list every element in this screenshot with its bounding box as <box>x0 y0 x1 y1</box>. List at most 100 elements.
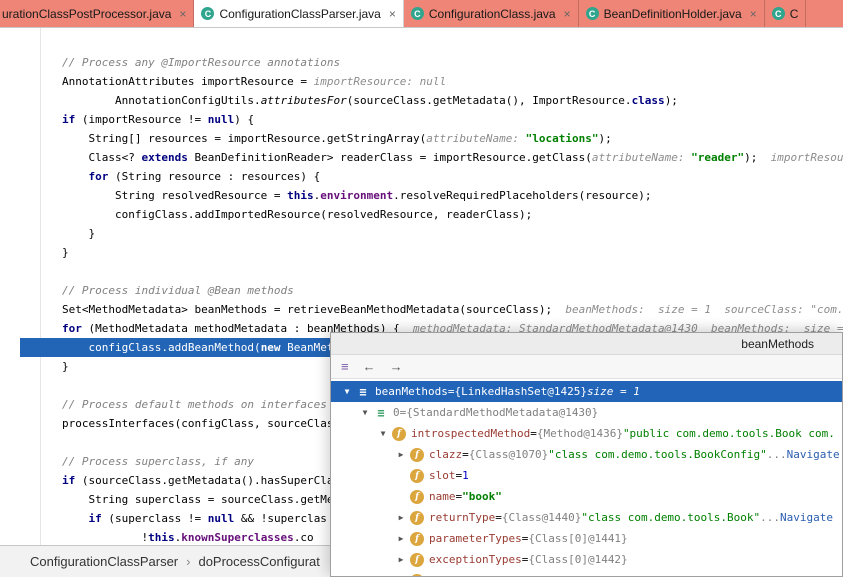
code-token: this <box>148 531 175 544</box>
variable-row[interactable]: ▼ f introspectedMethod = {Method@1436} "pu… <box>331 423 842 444</box>
navigate-link[interactable]: Navigate <box>780 511 833 524</box>
chevron-down-icon[interactable]: ▼ <box>339 387 355 396</box>
editor-tab-bar: urationClassPostProcessor.java × C Configur… <box>0 0 843 28</box>
value-text: = <box>399 406 407 419</box>
chevron-right-icon[interactable]: ▶ <box>393 534 409 543</box>
value-text: = <box>489 574 496 576</box>
value-text: = <box>455 490 463 503</box>
value-text: 1 <box>462 469 469 482</box>
variables-tree[interactable]: ▼ ≡ beanMethods = {LinkedHashSet@1425} siz… <box>331 379 842 576</box>
value-text: = <box>455 469 463 482</box>
close-icon[interactable]: × <box>179 7 186 21</box>
code-line: String resolvedResource = this.environme… <box>0 186 843 205</box>
code-token: .resolveRequiredPlaceholders(resource); <box>393 189 652 202</box>
code-token: String resolvedResource = <box>62 189 288 202</box>
code-token: ) { <box>234 113 255 126</box>
value-text: "class com.demo.tools.Book" <box>581 511 761 524</box>
field-icon: f <box>410 447 424 462</box>
code-token: (sourceClass.getMetadata().hasSuperCla <box>75 474 334 487</box>
value-text: introspectedMethod <box>411 427 531 440</box>
variable-row[interactable]: ▶ f parameterTypes = {Class[0]@1441} <box>331 528 842 549</box>
code-line: AnnotationAttributes importResource = im… <box>0 72 843 91</box>
code-token: Class<? <box>62 151 142 164</box>
variable-row[interactable]: f name = "book" <box>331 486 842 507</box>
code-token: ); <box>598 132 612 145</box>
code-line: Class<? extends BeanDefinitionReader> re… <box>0 148 843 167</box>
back-icon[interactable]: ← <box>363 360 376 373</box>
value-text: "class com.demo.tools.BookConfig" <box>548 448 767 461</box>
field-icon: f <box>410 510 424 525</box>
field-icon: f <box>410 552 424 567</box>
java-class-icon: C <box>410 7 424 20</box>
tab-label: BeanDefinitionHolder.java <box>603 6 742 21</box>
chevron-right-icon[interactable]: ▶ <box>393 450 409 459</box>
view-options-icon[interactable]: ≡ <box>341 360 349 373</box>
code-token: if <box>62 113 76 126</box>
value-text: modifiers <box>429 574 489 576</box>
variable-row[interactable]: f slot = 1 <box>331 465 842 486</box>
popup-title-bar: beanMethods <box>331 333 842 355</box>
chevron-right-icon[interactable]: ▶ <box>393 555 409 564</box>
value-text: size = 1 <box>586 385 640 398</box>
code-token: environment <box>320 189 394 202</box>
variable-row[interactable]: f modifiers = 1 <box>331 570 842 576</box>
editor-tab[interactable]: C ConfigurationClassParser.java × <box>194 0 404 27</box>
code-line: if (importResource != null) { <box>0 110 843 129</box>
value-text: {Method@1436} <box>536 427 623 440</box>
variable-row[interactable]: ▶ f clazz = {Class@1070} "class com.demo.t… <box>331 444 842 465</box>
code-token: configClass.addBeanMethod( <box>62 341 261 354</box>
inline-debug-hint: importResource: nu <box>770 151 843 164</box>
value-text: {Class@1070} <box>468 448 549 461</box>
chevron-right-icon[interactable]: ▶ <box>393 513 409 522</box>
navigate-link[interactable]: Navigate <box>787 448 840 461</box>
code-line: // Process any @ImportResource annotatio… <box>0 53 843 72</box>
value-text: exceptionTypes <box>429 553 522 566</box>
field-icon: f <box>410 489 424 504</box>
code-token: (importResource != <box>75 113 208 126</box>
close-icon[interactable]: × <box>389 7 396 21</box>
field-icon: f <box>392 426 406 441</box>
editor-tab[interactable]: CC <box>765 0 807 27</box>
code-line: Set<MethodMetadata> beanMethods = retrie… <box>0 300 843 319</box>
breadcrumb-class[interactable]: ConfigurationClassParser <box>30 554 178 569</box>
popup-toolbar: ≡ ← → <box>331 355 842 379</box>
code-token: ); <box>664 94 678 107</box>
value-text: slot <box>429 469 456 482</box>
field-icon: f <box>410 573 424 576</box>
code-token: for <box>62 322 82 335</box>
close-icon[interactable]: × <box>750 7 757 21</box>
variable-row[interactable]: ▶ f exceptionTypes = {Class[0]@1442} <box>331 549 842 570</box>
variable-row[interactable]: ▼ ≡ 0 = {StandardMethodMetadata@1430} <box>331 402 842 423</box>
chevron-down-icon[interactable]: ▼ <box>375 429 391 438</box>
variable-row[interactable]: ▶ f returnType = {Class@1440} "class com.d… <box>331 507 842 528</box>
code-token: AnnotationAttributes importResource = <box>62 75 314 88</box>
code-token: // Process any @ImportResource annotatio… <box>62 56 341 69</box>
code-token: "locations" <box>525 132 599 145</box>
value-text: ... <box>766 448 787 461</box>
chevron-down-icon[interactable]: ▼ <box>357 408 373 417</box>
inline-debug-hint: beanMethods: size = 1 sourceClass: "com.… <box>565 303 843 316</box>
code-line: AnnotationConfigUtils.attributesFor(sour… <box>0 91 843 110</box>
value-text: = <box>495 511 502 524</box>
breadcrumb-separator-icon: › <box>186 554 191 569</box>
editor-tab[interactable]: urationClassPostProcessor.java × <box>0 0 195 27</box>
value-text: = <box>447 385 455 398</box>
value-text: {Class@1440} <box>501 511 582 524</box>
code-token: class <box>631 94 665 107</box>
forward-icon[interactable]: → <box>390 360 403 373</box>
code-token: if <box>88 512 102 525</box>
editor-tab[interactable]: C BeanDefinitionHolder.java × <box>579 0 765 27</box>
variable-row[interactable]: ▼ ≡ beanMethods = {LinkedHashSet@1425} siz… <box>331 381 842 402</box>
close-icon[interactable]: × <box>564 7 571 21</box>
value-text: "book" <box>462 490 502 503</box>
editor-tab[interactable]: C ConfigurationClass.java × <box>404 0 579 27</box>
field-icon: f <box>410 468 424 483</box>
breadcrumb-method[interactable]: doProcessConfigurat <box>198 554 319 569</box>
code-token: (sourceClass.getMetadata(), ImportResour… <box>346 94 632 107</box>
code-token: "reader" <box>691 151 745 164</box>
code-token: // Process default methods on interfaces <box>62 398 327 411</box>
code-line: configClass.addImportedResource(resolved… <box>0 205 843 224</box>
